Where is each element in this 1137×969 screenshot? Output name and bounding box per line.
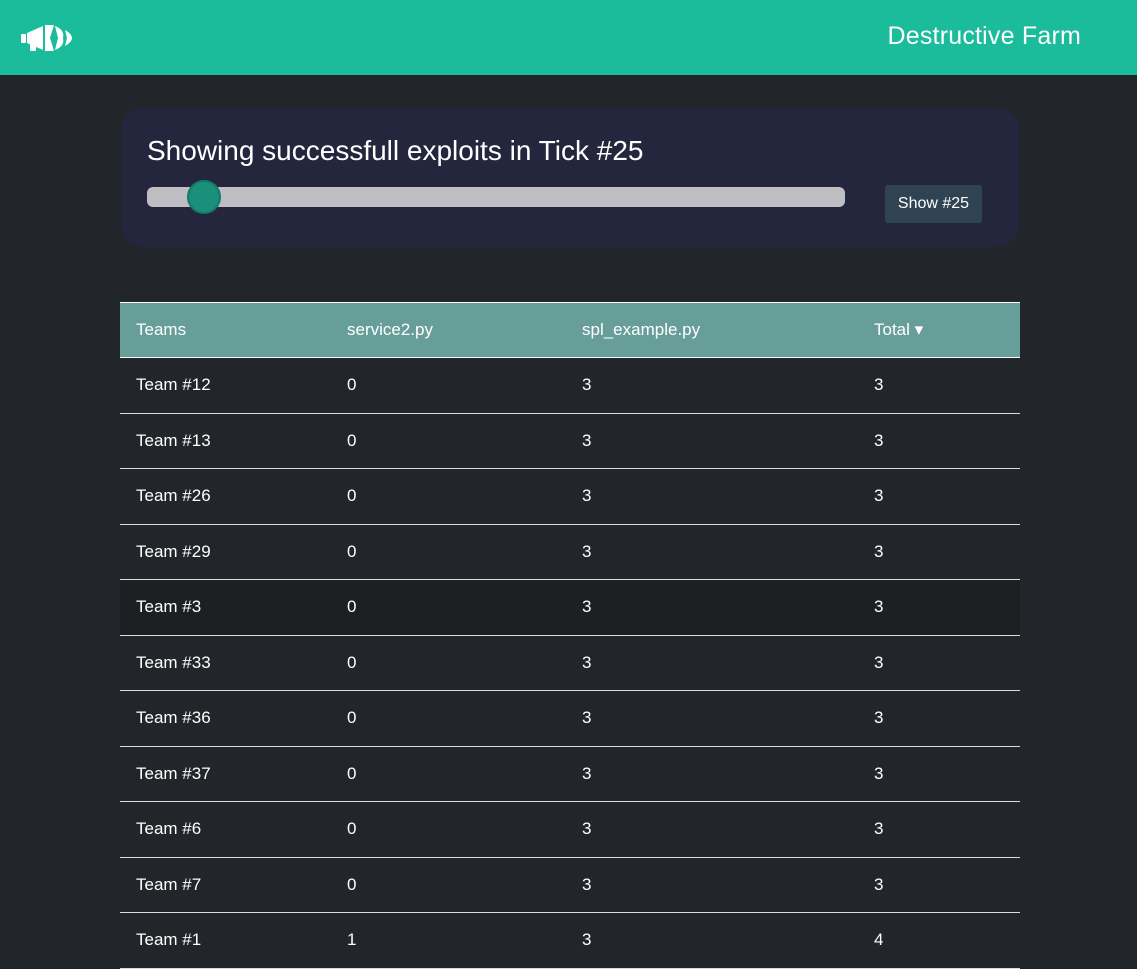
team-name-cell: Team #33 — [120, 635, 331, 691]
table-header-row: Teams service2.py spl_example.py Total ▾ — [120, 302, 1020, 358]
spl-example-count-cell: 3 — [566, 468, 858, 525]
brand-title[interactable]: Destructive Farm — [887, 22, 1081, 51]
show-tick-button[interactable]: Show #25 — [885, 185, 982, 223]
column-header-service2[interactable]: service2.py — [331, 302, 566, 358]
exploits-table: Teams service2.py spl_example.py Total ▾… — [120, 302, 1020, 969]
service2-count-cell: 1 — [331, 912, 566, 969]
table-row: Team #12 0 3 3 — [120, 357, 1020, 414]
tick-slider[interactable] — [147, 180, 845, 214]
total-count-cell: 3 — [858, 468, 1020, 525]
spl-example-count-cell: 3 — [566, 912, 858, 969]
total-count-cell: 3 — [858, 635, 1020, 691]
team-name-cell: Team #6 — [120, 801, 331, 858]
service2-count-cell: 0 — [331, 635, 566, 691]
tick-slider-handle[interactable] — [187, 180, 222, 214]
service2-count-cell: 0 — [331, 857, 566, 913]
team-name-cell: Team #26 — [120, 468, 331, 525]
table-row: Team #6 0 3 3 — [120, 801, 1020, 858]
table-row: Team #1 1 3 4 — [120, 912, 1020, 969]
total-count-cell: 3 — [858, 746, 1020, 802]
team-name-cell: Team #3 — [120, 579, 331, 636]
table-body: Team #12 0 3 3 Team #13 0 3 3 Team #26 0 3 3 Team #2… — [120, 357, 1020, 969]
spl-example-count-cell: 3 — [566, 746, 858, 802]
column-header-total[interactable]: Total ▾ — [858, 302, 1020, 358]
total-count-cell: 4 — [858, 912, 1020, 969]
table-row: Team #36 0 3 3 — [120, 690, 1020, 747]
table-row: Team #13 0 3 3 — [120, 413, 1020, 469]
team-name-cell: Team #1 — [120, 912, 331, 969]
service2-count-cell: 0 — [331, 746, 566, 802]
service2-count-cell: 0 — [331, 468, 566, 525]
table-row: Team #3 0 3 3 — [120, 579, 1020, 636]
team-name-cell: Team #36 — [120, 690, 331, 747]
team-name-cell: Team #29 — [120, 524, 331, 580]
team-name-cell: Team #7 — [120, 857, 331, 913]
team-name-cell: Team #37 — [120, 746, 331, 802]
column-header-teams[interactable]: Teams — [120, 302, 331, 358]
team-name-cell: Team #13 — [120, 413, 331, 469]
navbar: Destructive Farm — [0, 0, 1137, 75]
megaphone-icon[interactable] — [21, 24, 73, 52]
spl-example-count-cell: 3 — [566, 524, 858, 580]
total-count-cell: 3 — [858, 413, 1020, 469]
spl-example-count-cell: 3 — [566, 690, 858, 747]
table-row: Team #29 0 3 3 — [120, 524, 1020, 580]
table-row: Team #26 0 3 3 — [120, 468, 1020, 525]
tick-panel-title: Showing successfull exploits in Tick #25 — [147, 135, 644, 166]
total-count-cell: 3 — [858, 690, 1020, 747]
spl-example-count-cell: 3 — [566, 801, 858, 858]
spl-example-count-cell: 3 — [566, 857, 858, 913]
service2-count-cell: 0 — [331, 357, 566, 414]
total-count-cell: 3 — [858, 801, 1020, 858]
spl-example-count-cell: 3 — [566, 579, 858, 636]
table-row: Team #7 0 3 3 — [120, 857, 1020, 913]
total-count-cell: 3 — [858, 579, 1020, 636]
column-header-spl-example[interactable]: spl_example.py — [566, 302, 858, 358]
service2-count-cell: 0 — [331, 413, 566, 469]
table-row: Team #33 0 3 3 — [120, 635, 1020, 691]
service2-count-cell: 0 — [331, 690, 566, 747]
service2-count-cell: 0 — [331, 524, 566, 580]
total-count-cell: 3 — [858, 357, 1020, 414]
service2-count-cell: 0 — [331, 801, 566, 858]
tick-panel: Showing successfull exploits in Tick #25… — [121, 108, 1019, 247]
spl-example-count-cell: 3 — [566, 635, 858, 691]
table-row: Team #37 0 3 3 — [120, 746, 1020, 802]
total-count-cell: 3 — [858, 857, 1020, 913]
spl-example-count-cell: 3 — [566, 357, 858, 414]
service2-count-cell: 0 — [331, 579, 566, 636]
team-name-cell: Team #12 — [120, 357, 331, 414]
total-count-cell: 3 — [858, 524, 1020, 580]
spl-example-count-cell: 3 — [566, 413, 858, 469]
